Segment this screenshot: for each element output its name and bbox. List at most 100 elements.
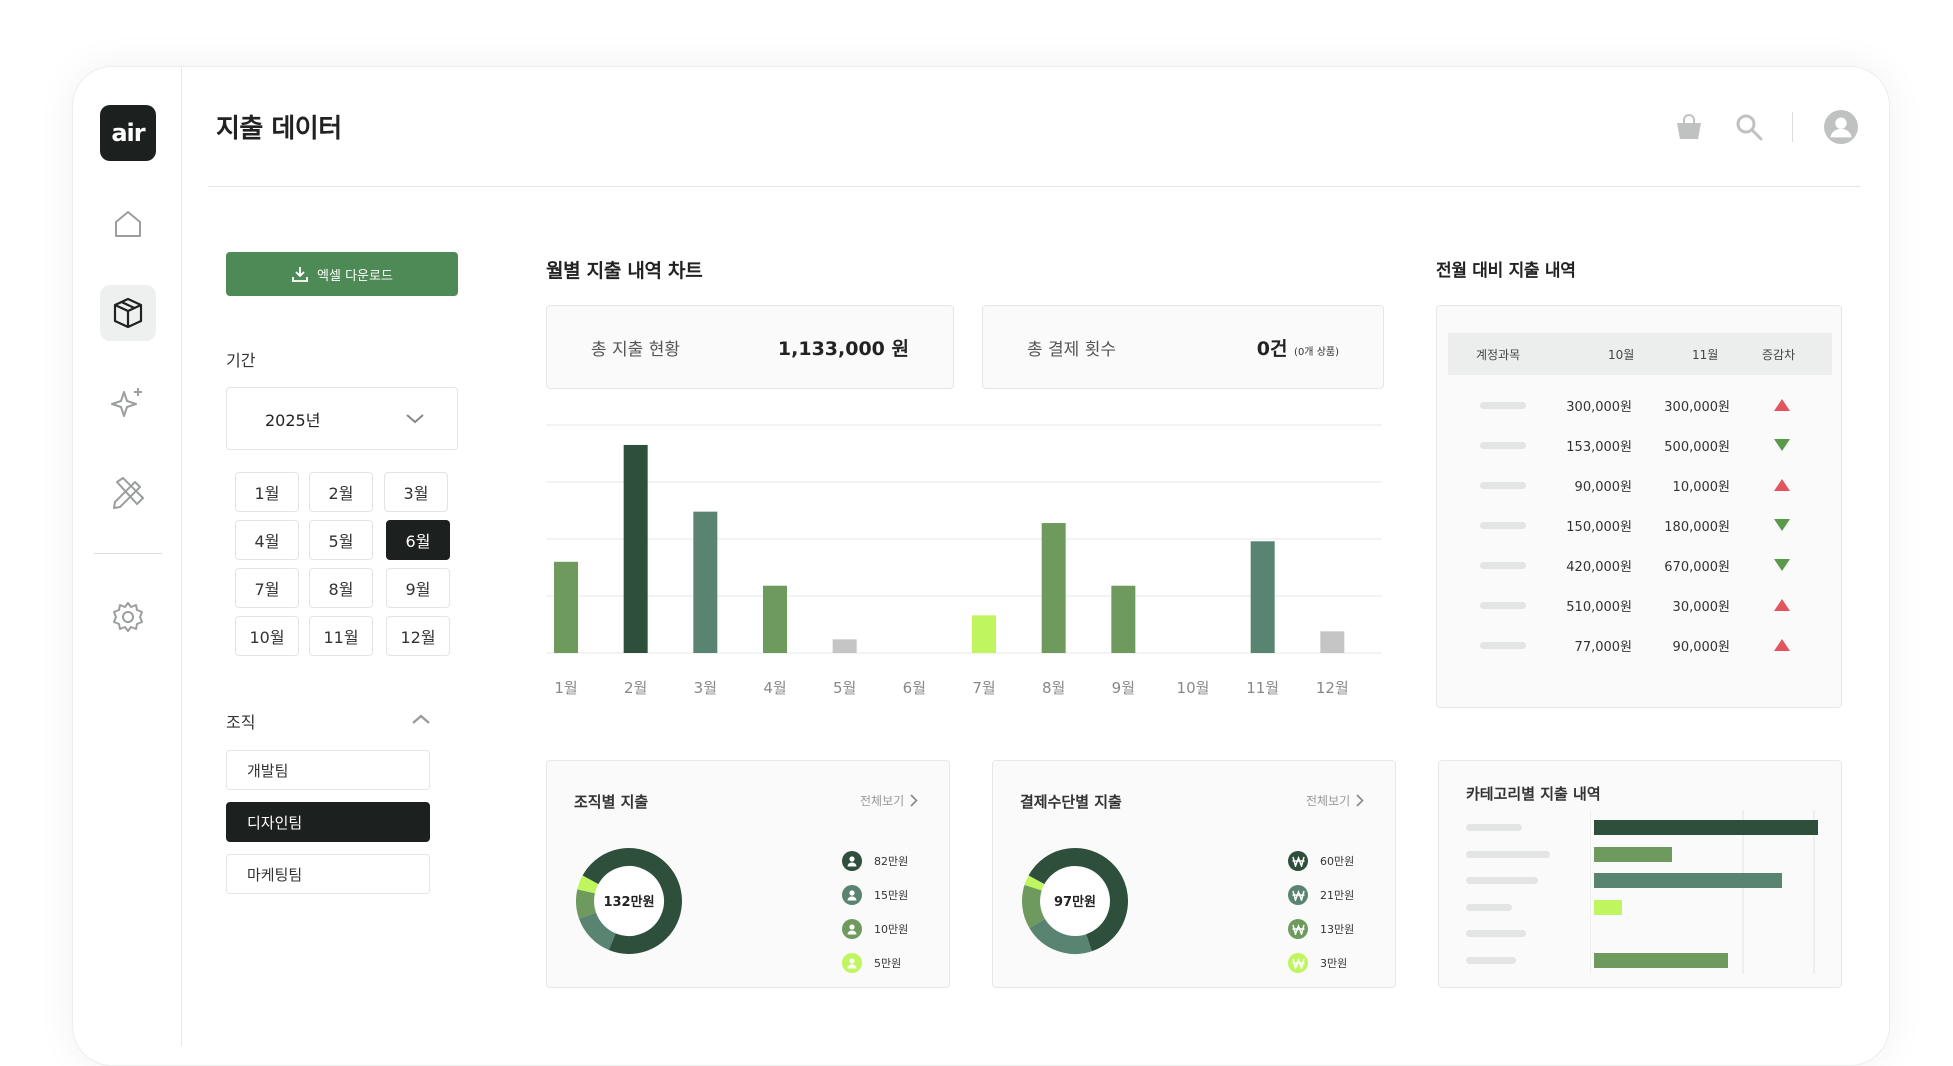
x-tick-label: 3월 (694, 679, 717, 697)
nav-sparkle[interactable] (100, 375, 156, 431)
month-2[interactable]: 2월 (309, 472, 373, 512)
total-spend-label: 총 지출 현황 (591, 339, 681, 360)
bar-11월[interactable] (1250, 541, 1275, 653)
category-bar[interactable] (1594, 899, 1622, 915)
x-tick-label: 1월 (554, 679, 577, 697)
legend-item: 82만원 (842, 851, 908, 871)
account-placeholder (1480, 442, 1526, 449)
nav-design[interactable] (100, 465, 156, 521)
download-icon (292, 267, 308, 282)
donut-slice[interactable] (576, 889, 597, 919)
gear-icon (113, 602, 143, 632)
category-label-placeholder (1466, 850, 1550, 858)
col-nov: 11월 (1692, 348, 1719, 362)
month-8[interactable]: 8월 (309, 568, 373, 608)
category-bar[interactable] (1594, 846, 1673, 862)
page-title: 지출 데이터 (216, 114, 342, 144)
donut-slice[interactable] (1024, 875, 1045, 891)
person-icon (842, 885, 862, 905)
payment-spend-title: 결제수단별 지출 (1020, 793, 1122, 811)
legend-item: 15만원 (842, 885, 908, 905)
org-dev[interactable]: 개발팀 (226, 750, 430, 790)
bar-2월[interactable] (623, 444, 648, 653)
x-tick-label: 7월 (972, 679, 995, 697)
nav-settings[interactable] (100, 589, 156, 645)
monthly-chart-title: 월별 지출 내역 차트 (546, 260, 703, 282)
month-1[interactable]: 1월 (235, 472, 299, 512)
excel-download-button[interactable]: 엑셀 다운로드 (226, 252, 458, 296)
category-bar[interactable] (1594, 820, 1818, 835)
org-collapse-toggle[interactable] (410, 711, 432, 730)
category-label-placeholder (1466, 824, 1522, 831)
legend-item: 13만원 (1288, 919, 1354, 939)
donut-slice[interactable] (577, 875, 599, 894)
header-separator (1792, 112, 1793, 142)
month-12[interactable]: 12월 (386, 616, 450, 656)
col-account: 계정과목 (1476, 348, 1521, 362)
nav-home[interactable] (100, 196, 156, 252)
app-logo[interactable]: air (100, 105, 156, 161)
payment-spend-more-link[interactable]: 전체보기 (1306, 792, 1364, 809)
year-value: 2025년 (265, 410, 321, 430)
nav-box[interactable] (100, 285, 156, 341)
category-bar[interactable] (1594, 873, 1782, 888)
search-button[interactable] (1732, 110, 1766, 144)
oct-value: 510,000원 (1566, 600, 1632, 615)
month-3[interactable]: 3월 (384, 472, 448, 512)
month-11[interactable]: 11월 (309, 616, 373, 656)
month-6[interactable]: 6월 (386, 520, 450, 560)
sparkle-icon (111, 388, 142, 417)
trend-up-icon (1774, 399, 1790, 411)
shopping-bag-icon (1677, 114, 1701, 139)
x-tick-label: 8월 (1042, 679, 1065, 697)
trend-up-icon (1774, 639, 1790, 651)
chevron-down-icon (406, 413, 424, 423)
category-bar[interactable] (1594, 952, 1729, 968)
col-oct: 10월 (1608, 348, 1635, 362)
oct-value: 150,000원 (1566, 520, 1632, 535)
bar-12월[interactable] (1320, 631, 1345, 653)
legend-label: 21만원 (1320, 889, 1355, 902)
year-select[interactable]: 2025년 (226, 387, 458, 450)
comparison-title: 전월 대비 지출 내역 (1436, 261, 1576, 281)
comparison-row: 510,000원 30,000원 (1448, 590, 1832, 620)
box-icon (113, 297, 143, 329)
col-diff: 증감차 (1762, 348, 1796, 362)
month-4[interactable]: 4월 (235, 520, 299, 560)
bar-5월[interactable] (832, 639, 857, 653)
x-tick-label: 5월 (833, 679, 856, 697)
account-placeholder (1480, 642, 1526, 649)
chevron-up-icon (412, 714, 430, 724)
total-spend-card: 총 지출 현황 1,133,000 원 (546, 305, 954, 389)
month-10[interactable]: 10월 (235, 616, 299, 656)
oct-value: 300,000원 (1566, 400, 1632, 415)
comparison-row: 150,000원 180,000원 (1448, 510, 1832, 540)
nov-value: 670,000원 (1664, 560, 1730, 575)
cart-button[interactable] (1672, 110, 1706, 144)
excel-download-label: 엑셀 다운로드 (317, 268, 393, 284)
month-9[interactable]: 9월 (386, 568, 450, 608)
profile-button[interactable] (1824, 110, 1858, 144)
bar-4월[interactable] (763, 585, 787, 653)
legend-item: 3만원 (1288, 953, 1347, 973)
legend-label: 82만원 (874, 855, 909, 868)
nov-value: 10,000원 (1672, 480, 1730, 495)
month-5[interactable]: 5월 (309, 520, 373, 560)
bar-9월[interactable] (1111, 585, 1136, 653)
legend-label: 3만원 (1320, 957, 1348, 970)
account-placeholder (1480, 482, 1526, 489)
nov-value: 300,000원 (1664, 400, 1730, 415)
category-label-placeholder (1466, 903, 1512, 911)
org-marketing[interactable]: 마케팅팀 (226, 854, 430, 894)
donut-slice[interactable] (1022, 884, 1046, 928)
bar-8월[interactable] (1041, 523, 1066, 653)
org-design[interactable]: 디자인팀 (226, 802, 430, 842)
bar-1월[interactable] (554, 561, 578, 653)
account-placeholder (1480, 402, 1526, 409)
org-spend-more-link[interactable]: 전체보기 (860, 792, 918, 809)
month-7[interactable]: 7월 (235, 568, 299, 608)
legend-item: 10만원 (842, 919, 908, 939)
bar-7월[interactable] (972, 615, 996, 653)
comparison-row: 90,000원 10,000원 (1448, 470, 1832, 500)
bar-3월[interactable] (693, 511, 718, 653)
